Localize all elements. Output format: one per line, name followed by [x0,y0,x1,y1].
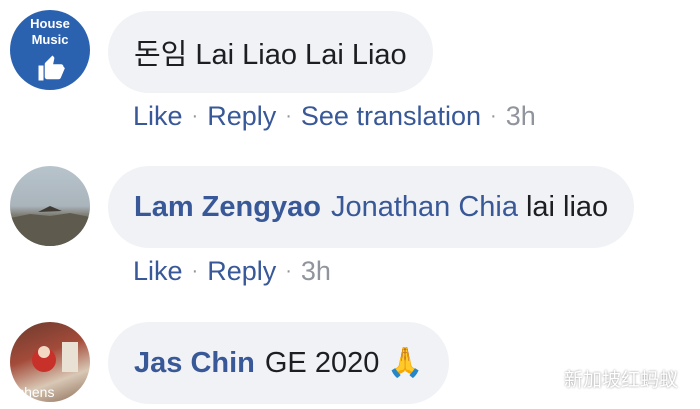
separator: · [490,105,497,127]
comment-author[interactable]: Jas Chin [134,347,255,380]
avatar[interactable] [10,166,90,246]
separator: · [285,105,292,127]
avatar-line-2: Music [31,32,69,47]
watermark-text: 新加坡红蚂蚁 [563,369,678,391]
comment-bubble: Jas Chin GE 2020 🙏 [108,322,450,404]
wechat-icon [530,368,556,388]
separator: · [285,260,292,282]
avatar[interactable]: ichens [10,322,90,402]
comment-bubble: Lam Zengyao Jonathan Chia lai liao [108,166,635,248]
avatar[interactable]: House Music [10,10,90,90]
separator: · [191,260,199,282]
comment-text: GE 2020 [264,346,380,379]
timestamp[interactable]: 3h [301,256,331,286]
thumbs-up-icon [38,55,65,81]
mention-link[interactable]: Jonathan Chia [331,191,518,224]
reply-button[interactable]: Reply [207,101,276,131]
avatar-line-1: House [30,16,70,31]
comment-text: 돈임 Lai Liao Lai Liao [134,39,407,71]
landscape-photo-icon [10,206,90,246]
like-button[interactable]: Like [133,256,183,286]
comment-bubble: 돈임 Lai Liao Lai Liao [108,11,433,93]
separator: · [191,105,199,127]
see-translation-link[interactable]: See translation [301,101,481,131]
reply-button[interactable]: Reply [207,256,276,286]
praying-hands-emoji: 🙏 [387,347,424,379]
like-button[interactable]: Like [133,101,183,131]
comment-actions: Like · Reply · See translation · 3h [133,101,536,132]
avatar-caption: ichens [14,384,55,400]
comment-actions: Like · Reply · 3h [133,256,331,287]
comment-author[interactable]: Lam Zengyao [134,191,321,224]
comment-text: lai liao [525,190,609,223]
watermark: 新加坡红蚂蚁 [530,365,678,392]
timestamp[interactable]: 3h [506,101,536,131]
